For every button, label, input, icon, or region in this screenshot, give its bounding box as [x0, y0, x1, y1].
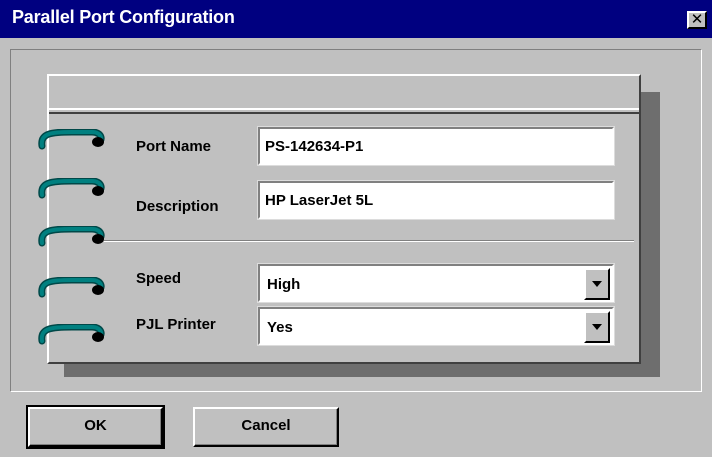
- description-input[interactable]: [257, 180, 615, 220]
- section-divider: [104, 240, 634, 242]
- speed-dropdown-button[interactable]: [584, 268, 610, 300]
- port-name-input[interactable]: [257, 126, 615, 166]
- notebook-ring-icon: [38, 178, 105, 199]
- pjl-printer-dropdown-button[interactable]: [584, 311, 610, 343]
- description-label: Description: [136, 198, 219, 215]
- cancel-button[interactable]: Cancel: [193, 407, 339, 447]
- notebook-ring-icon: [38, 277, 105, 298]
- pjl-printer-select[interactable]: Yes: [257, 306, 615, 346]
- notebook-ring-icon: [38, 324, 105, 345]
- ok-button[interactable]: OK: [26, 405, 165, 449]
- title-bar[interactable]: Parallel Port Configuration ✕: [0, 0, 712, 38]
- port-name-label: Port Name: [136, 138, 212, 155]
- dropdown-arrow-icon: [592, 281, 602, 287]
- notebook-ring-icon: [38, 129, 105, 150]
- dropdown-arrow-icon: [592, 324, 602, 330]
- pjl-printer-label: PJL Printer: [136, 316, 216, 333]
- close-button[interactable]: ✕: [687, 11, 707, 29]
- notebook-ring-icon: [38, 226, 105, 247]
- speed-label: Speed: [136, 270, 182, 287]
- window-title: Parallel Port Configuration: [12, 7, 235, 27]
- pjl-printer-value: Yes: [267, 319, 293, 336]
- close-icon: ✕: [690, 11, 704, 28]
- dialog-window: Parallel Port Configuration ✕ Port Name: [0, 0, 712, 457]
- speed-select[interactable]: High: [257, 263, 615, 303]
- speed-value: High: [267, 276, 301, 293]
- notebook-tab-strip: [49, 76, 639, 114]
